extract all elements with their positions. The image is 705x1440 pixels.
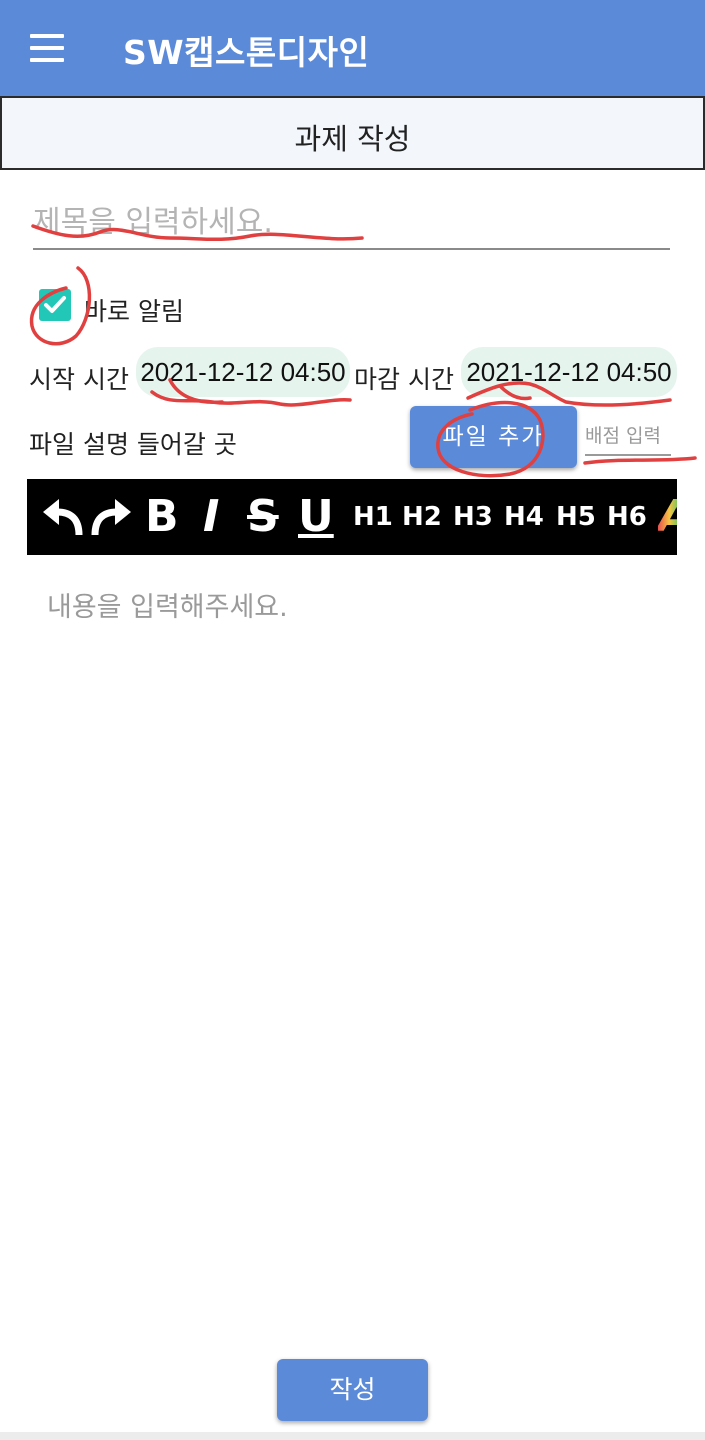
redo-icon[interactable]: [89, 479, 135, 555]
app-bar: SW캡스톤디자인: [0, 0, 705, 96]
file-description: 파일 설명 들어갈 곳: [29, 430, 237, 459]
check-icon: [44, 296, 66, 313]
content-editor[interactable]: 내용을 입력해주세요.: [47, 585, 667, 1285]
start-time-picker[interactable]: 2021-12-12 04:50: [136, 347, 350, 397]
start-time-label: 시작 시간: [29, 365, 129, 394]
title-input[interactable]: [33, 196, 670, 250]
submit-button[interactable]: 작성: [277, 1359, 428, 1421]
heading-4-button[interactable]: H4: [504, 479, 544, 555]
heading-5-button[interactable]: H5: [556, 479, 596, 555]
system-nav-bar: [0, 1432, 705, 1440]
end-time-label: 마감 시간: [354, 365, 454, 394]
score-input[interactable]: [585, 418, 671, 456]
underline-icon[interactable]: U: [298, 479, 334, 555]
bold-icon[interactable]: B: [145, 479, 179, 555]
undo-icon[interactable]: [39, 479, 85, 555]
strikethrough-icon[interactable]: S: [247, 479, 279, 555]
italic-icon[interactable]: I: [203, 479, 219, 555]
text-color-icon[interactable]: A: [658, 479, 677, 555]
page-header: 과제 작성: [0, 96, 705, 170]
page-title: 과제 작성: [294, 122, 411, 156]
add-file-button[interactable]: 파일 추가: [410, 406, 577, 468]
heading-6-button[interactable]: H6: [607, 479, 647, 555]
notify-checkbox[interactable]: [39, 289, 71, 321]
heading-1-button[interactable]: H1: [353, 479, 393, 555]
editor-toolbar: B I S U H1 H2 H3 H4 H5 H6 A: [27, 479, 677, 555]
hamburger-menu-icon[interactable]: [30, 34, 66, 62]
heading-2-button[interactable]: H2: [402, 479, 442, 555]
app-title: SW캡스톤디자인: [123, 33, 370, 72]
notify-checkbox-label: 바로 알림: [84, 297, 184, 326]
app-screen: SW캡스톤디자인 과제 작성 바로 알림 시작 시간 2021-12-12 04…: [0, 0, 705, 1440]
heading-3-button[interactable]: H3: [453, 479, 493, 555]
end-time-picker[interactable]: 2021-12-12 04:50: [461, 347, 677, 397]
